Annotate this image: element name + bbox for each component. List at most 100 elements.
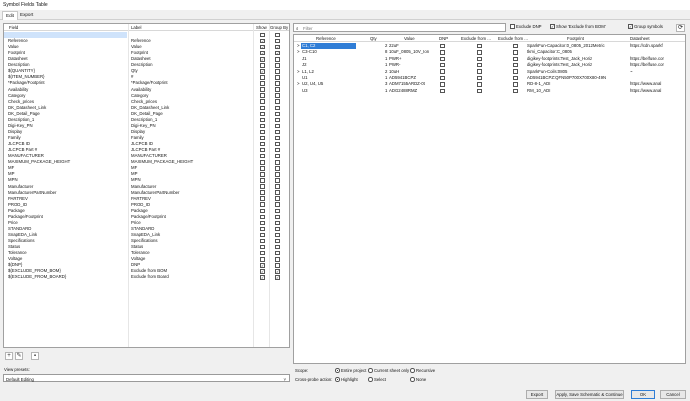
show-checkbox[interactable]	[260, 111, 265, 117]
show-checkbox[interactable]	[260, 172, 265, 177]
group-by-checkbox[interactable]	[275, 69, 280, 74]
group-by-checkbox[interactable]	[275, 166, 280, 171]
group-by-checkbox[interactable]	[275, 57, 280, 62]
header-dnp[interactable]: DNP	[439, 36, 448, 41]
cell-footprint[interactable]: digikey-footprints:Test_Jack_Horiz	[527, 56, 625, 62]
header-show[interactable]: Show	[256, 25, 267, 30]
exclude-dnp-checkbox[interactable]	[510, 24, 515, 29]
show-checkbox[interactable]: ✓	[260, 275, 265, 280]
group-by-checkbox[interactable]: ✓	[275, 50, 280, 56]
group-by-checkbox[interactable]	[275, 184, 280, 189]
show-checkbox[interactable]: ✓	[260, 50, 265, 56]
exclude-dnp-option[interactable]: Exclude DNP	[510, 24, 542, 32]
group-by-checkbox[interactable]	[275, 202, 280, 207]
cross-probe-none-radio[interactable]	[410, 377, 415, 382]
show-checkbox[interactable]	[260, 250, 265, 256]
group-by-checkbox[interactable]	[275, 257, 280, 262]
show-checkbox[interactable]	[260, 226, 265, 232]
cross-probe-select-radio[interactable]	[368, 377, 373, 382]
show-checkbox[interactable]: ✓	[260, 57, 265, 62]
show-checkbox[interactable]	[260, 87, 265, 92]
show-checkbox[interactable]	[260, 160, 265, 165]
exclude-board-checkbox[interactable]	[513, 50, 518, 55]
show-checkbox[interactable]	[260, 257, 265, 262]
scope-entire-radio[interactable]	[335, 368, 340, 373]
show-checkbox[interactable]	[260, 105, 265, 111]
exclude-bom-checkbox[interactable]	[477, 69, 482, 74]
cell-reference[interactable]: L1, L2	[301, 69, 356, 75]
header-group-by[interactable]: Group By	[270, 25, 288, 30]
group-by-checkbox[interactable]	[275, 93, 280, 98]
group-by-checkbox[interactable]	[275, 32, 280, 38]
show-checkbox[interactable]	[260, 63, 265, 68]
field-label[interactable]: Exclude from Board	[131, 274, 251, 280]
cell-footprint[interactable]: tkmi_Capacitor:C_0805	[527, 49, 625, 55]
group-by-checkbox[interactable]: ✓	[275, 269, 280, 274]
cell-datasheet[interactable]: ~	[630, 69, 685, 75]
header-footprint[interactable]: Footprint	[567, 36, 584, 41]
cell-datasheet[interactable]: https://belfuse.cor	[630, 62, 685, 68]
show-checkbox[interactable]	[260, 220, 265, 226]
group-by-checkbox[interactable]	[275, 111, 280, 117]
cell-datasheet[interactable]: https://www.anal	[630, 81, 685, 87]
group-by-checkbox[interactable]	[275, 263, 280, 268]
apply-save-continue-button[interactable]: Apply, Save Schematic & Continue	[555, 390, 624, 399]
cell-value[interactable]: 22uF	[389, 43, 433, 49]
group-by-checkbox[interactable]	[275, 220, 280, 226]
filter-input[interactable]: ⌕ Filter	[293, 23, 506, 32]
show-checkbox[interactable]	[260, 208, 265, 214]
exclude-bom-checkbox[interactable]	[477, 43, 482, 49]
exclude-board-checkbox[interactable]	[513, 82, 518, 87]
tab-edit[interactable]: Edit	[2, 11, 18, 20]
show-checkbox[interactable]	[260, 244, 265, 250]
dnp-checkbox[interactable]	[440, 50, 445, 55]
cell-datasheet[interactable]: https://www.anal	[630, 88, 685, 94]
exclude-bom-checkbox[interactable]	[477, 82, 482, 87]
cell-footprint[interactable]: RM_10_ADI	[527, 88, 625, 94]
show-checkbox[interactable]: ✓	[260, 69, 265, 74]
header-qty[interactable]: Qty	[370, 36, 377, 41]
group-by-checkbox[interactable]	[275, 135, 280, 141]
show-checkbox[interactable]	[260, 184, 265, 189]
group-by-checkbox[interactable]	[275, 105, 280, 111]
header-datasheet[interactable]: Datasheet	[630, 36, 650, 41]
exclude-bom-checkbox[interactable]	[477, 75, 482, 81]
show-checkbox[interactable]	[260, 93, 265, 98]
show-checkbox[interactable]: ✓	[260, 44, 265, 50]
show-checkbox[interactable]	[260, 214, 265, 220]
group-by-checkbox[interactable]	[275, 117, 280, 123]
show-checkbox[interactable]	[260, 232, 265, 238]
dnp-checkbox[interactable]	[440, 43, 445, 49]
exclude-bom-checkbox[interactable]	[477, 88, 482, 94]
group-by-checkbox[interactable]	[275, 141, 280, 147]
header-exclude-board[interactable]: Exclude from ...	[498, 36, 528, 41]
cell-reference[interactable]: C3-C10	[301, 49, 356, 55]
show-excluded-option[interactable]: ✓ Show 'Exclude from BOM'	[550, 24, 606, 32]
exclude-bom-checkbox[interactable]	[477, 50, 482, 55]
group-by-checkbox[interactable]	[275, 190, 280, 195]
group-by-checkbox[interactable]	[275, 38, 280, 44]
exclude-board-checkbox[interactable]	[513, 69, 518, 74]
group-by-checkbox[interactable]	[275, 214, 280, 220]
header-field[interactable]: Field	[9, 25, 18, 30]
group-by-checkbox[interactable]	[275, 208, 280, 214]
dnp-checkbox[interactable]	[440, 56, 445, 62]
show-checkbox[interactable]: ✓	[260, 38, 265, 44]
exclude-board-checkbox[interactable]	[513, 56, 518, 62]
group-by-checkbox[interactable]	[275, 232, 280, 238]
cell-footprint[interactable]: digikey-footprints:Test_Jack_Horiz	[527, 62, 625, 68]
cross-probe-highlight-radio[interactable]	[335, 377, 340, 382]
field-name[interactable]: ${EXCLUDE_FROM_BOARD}	[4, 274, 127, 280]
group-by-checkbox[interactable]	[275, 147, 280, 153]
cell-value[interactable]: 10uH	[389, 69, 433, 75]
show-checkbox[interactable]	[260, 123, 265, 129]
scope-recursive-radio[interactable]	[410, 368, 415, 373]
dnp-checkbox[interactable]	[440, 82, 445, 87]
cell-value[interactable]: PWR-	[389, 62, 433, 68]
show-checkbox[interactable]	[260, 129, 265, 135]
dnp-checkbox[interactable]	[440, 75, 445, 81]
exclude-board-checkbox[interactable]	[513, 62, 518, 68]
cell-reference[interactable]: J1	[301, 56, 356, 62]
refresh-icon[interactable]: ⟳	[676, 24, 685, 32]
group-by-checkbox[interactable]: ✓	[275, 44, 280, 50]
